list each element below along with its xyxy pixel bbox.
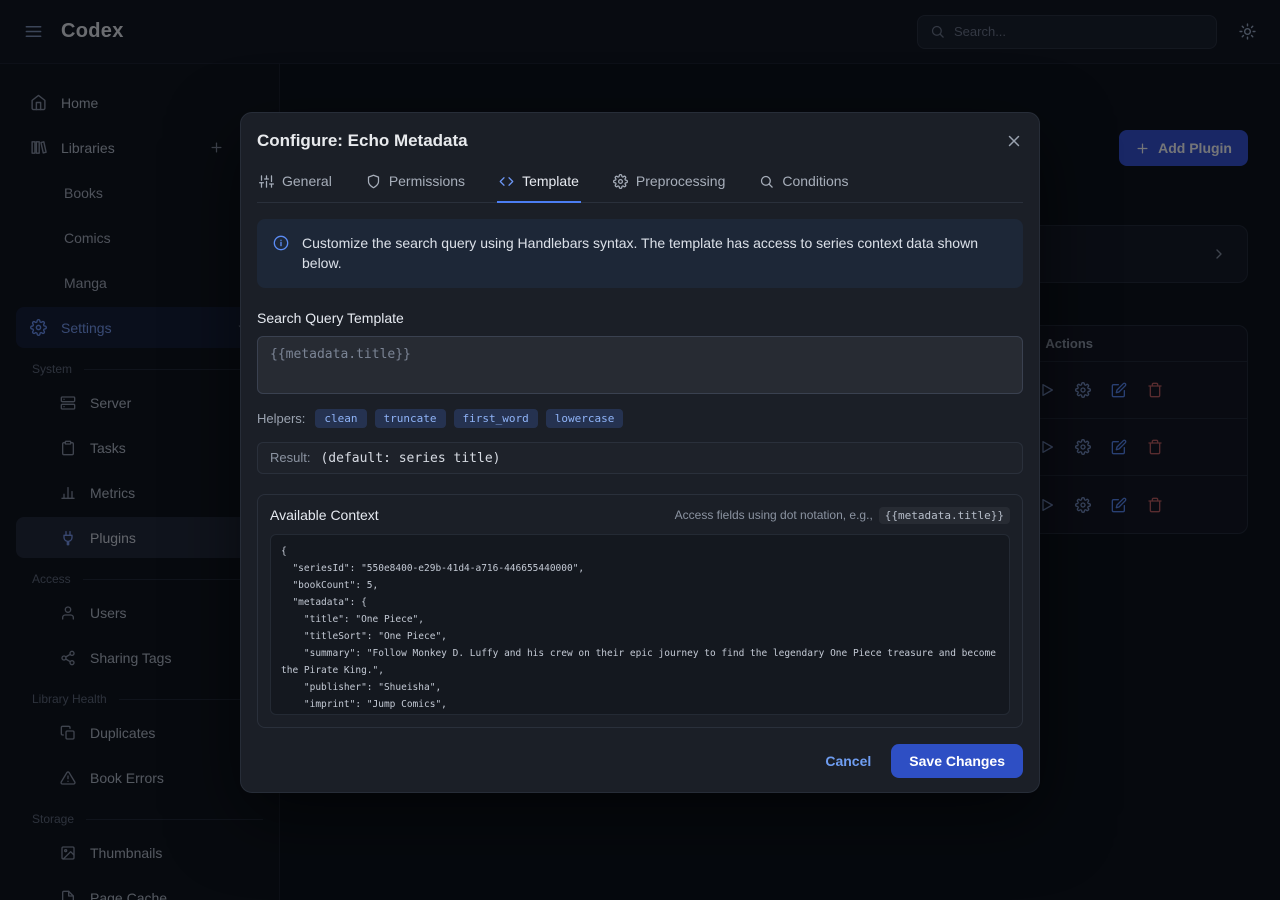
sliders-icon: [259, 174, 274, 189]
context-hint: Access fields using dot notation, e.g., …: [675, 507, 1010, 524]
dialog-tabs: General Permissions Template Preprocessi…: [257, 165, 1023, 203]
helper-chip-truncate[interactable]: truncate: [375, 409, 446, 428]
dialog-body: Customize the search query using Handleb…: [241, 203, 1039, 744]
cancel-button[interactable]: Cancel: [825, 753, 871, 769]
tab-general[interactable]: General: [257, 165, 334, 203]
context-title: Available Context: [270, 507, 379, 523]
dialog-footer: Cancel Save Changes: [241, 744, 1039, 793]
search-icon: [759, 174, 774, 189]
tab-preprocessing[interactable]: Preprocessing: [611, 165, 728, 203]
close-button[interactable]: [1005, 132, 1023, 150]
info-banner: Customize the search query using Handleb…: [257, 219, 1023, 288]
info-icon: [273, 235, 289, 251]
gear-icon: [613, 174, 628, 189]
result-preview: Result: (default: series title): [257, 442, 1023, 474]
context-json: { "seriesId": "550e8400-e29b-41d4-a716-4…: [270, 534, 1010, 715]
configure-plugin-dialog: Configure: Echo Metadata General Permiss…: [240, 112, 1040, 793]
result-label: Result:: [270, 450, 310, 465]
dot-notation-example: {{metadata.title}}: [879, 507, 1010, 524]
dialog-title: Configure: Echo Metadata: [257, 131, 468, 151]
close-icon: [1005, 132, 1023, 150]
available-context-panel: Available Context Access fields using do…: [257, 494, 1023, 728]
code-icon: [499, 174, 514, 189]
save-changes-button[interactable]: Save Changes: [891, 744, 1023, 778]
info-text: Customize the search query using Handleb…: [302, 233, 992, 274]
context-header: Available Context Access fields using do…: [270, 507, 1010, 524]
tab-conditions[interactable]: Conditions: [757, 165, 850, 203]
helper-chip-clean[interactable]: clean: [315, 409, 366, 428]
search-query-template-input[interactable]: [257, 336, 1023, 394]
result-value: (default: series title): [320, 451, 500, 466]
template-field-label: Search Query Template: [257, 310, 1023, 326]
helpers-label: Helpers:: [257, 411, 305, 426]
helpers-row: Helpers: clean truncate first_word lower…: [257, 409, 1023, 428]
tab-permissions[interactable]: Permissions: [364, 165, 467, 203]
tab-template[interactable]: Template: [497, 165, 581, 203]
shield-icon: [366, 174, 381, 189]
dialog-header: Configure: Echo Metadata: [241, 113, 1039, 151]
helper-chip-first-word[interactable]: first_word: [454, 409, 538, 428]
helper-chip-lowercase[interactable]: lowercase: [546, 409, 624, 428]
